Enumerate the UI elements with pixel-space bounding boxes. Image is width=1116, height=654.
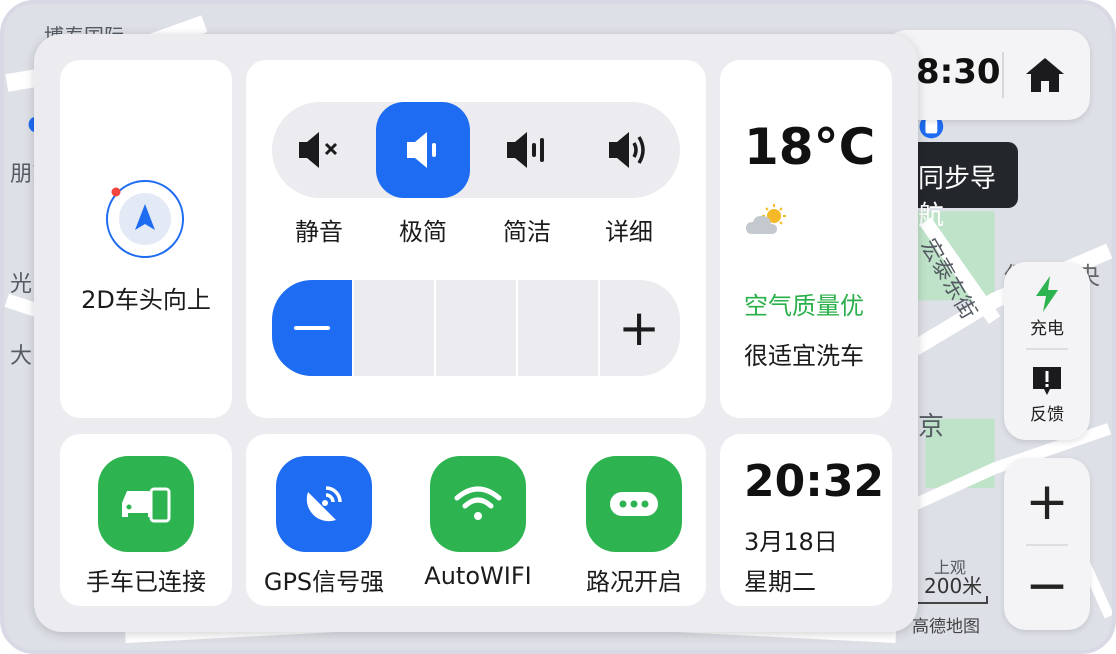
- volume-slider[interactable]: +: [272, 280, 680, 376]
- map-scale: 200米: [924, 574, 983, 598]
- clock-date: 3月18日: [744, 528, 838, 556]
- voice-mode-concise[interactable]: [480, 102, 574, 198]
- phone-car-tile[interactable]: [98, 456, 194, 552]
- map-label: 光: [10, 272, 33, 297]
- voice-mode-label: 简洁: [503, 218, 551, 246]
- charge-button[interactable]: 充电: [1004, 276, 1090, 339]
- speaker-low-icon: [407, 132, 436, 168]
- divider: [1002, 52, 1004, 98]
- clock-time: 20:32: [744, 456, 885, 507]
- zoom-in-button[interactable]: +: [1004, 462, 1090, 542]
- home-icon: [1026, 58, 1064, 92]
- clock-card: 20:32 3月18日 星期二: [720, 434, 892, 606]
- voice-mode-label: 极简: [399, 218, 447, 246]
- app-frame: 博泰国际 朋东 光 大 宏泰东街 京 上观 保利中央 8:30 同步导航 充电: [0, 0, 1116, 654]
- traffic-tile[interactable]: [586, 456, 682, 552]
- wifi-icon: [454, 486, 502, 520]
- phone-car-label: 手车已连接: [86, 568, 206, 596]
- speaker-medium-icon: [507, 132, 544, 168]
- gps-tile[interactable]: [276, 456, 372, 552]
- map-label: 京: [918, 412, 945, 442]
- gps-label: GPS信号强: [263, 568, 385, 596]
- wifi-tile[interactable]: [430, 456, 526, 552]
- voice-volume-card: 静音 极简 简洁 详细 +: [246, 60, 706, 418]
- volume-segment-divider: [598, 280, 600, 376]
- speaker-mute-icon: [299, 132, 338, 168]
- volume-segment-divider: [434, 280, 436, 376]
- satellite-dish-icon: [306, 486, 342, 522]
- voice-mode-label: 静音: [295, 218, 343, 246]
- status-time: 8:30: [916, 52, 1001, 92]
- voice-mode-detailed[interactable]: [582, 102, 676, 198]
- volume-segment-divider: [516, 280, 518, 376]
- air-quality: 空气质量优: [744, 292, 864, 320]
- temperature: 18°C: [744, 118, 876, 176]
- home-button[interactable]: [1022, 52, 1068, 98]
- status-toggles-card: GPS信号强 AutoWIFI 路况开启: [246, 434, 706, 606]
- volume-segment-divider: [352, 280, 354, 376]
- phone-car-card[interactable]: 手车已连接: [60, 434, 232, 606]
- speaker-high-icon: [609, 132, 645, 168]
- quick-settings-panel: 2D车头向上 静音 极简 简洁 详细 + 18°C 空气质量优 很适宜洗车 手车…: [34, 34, 918, 632]
- zoom-controls: + −: [1004, 458, 1090, 630]
- zoom-out-button[interactable]: −: [1004, 546, 1090, 626]
- traffic-dots-icon: [610, 492, 658, 516]
- map-label: 大: [10, 344, 33, 369]
- compass-icon: [106, 180, 184, 258]
- traffic-label: 路况开启: [586, 568, 682, 596]
- partly-cloudy-icon: [746, 204, 786, 234]
- scale-bar: [916, 596, 988, 604]
- feedback-button[interactable]: 反馈: [1004, 364, 1090, 425]
- car-phone-icon: [122, 487, 171, 523]
- map-brand: 高德地图: [912, 617, 980, 637]
- feedback-icon: [1033, 367, 1061, 395]
- voice-mode-mute[interactable]: [272, 102, 366, 198]
- volume-up-button[interactable]: +: [618, 280, 660, 376]
- side-actions: 充电 反馈: [1004, 262, 1090, 440]
- volume-down-button[interactable]: [272, 280, 352, 376]
- divider: [1026, 348, 1068, 350]
- minus-icon: [294, 326, 330, 330]
- feedback-label: 反馈: [1030, 405, 1064, 425]
- wifi-label: AutoWIFI: [424, 562, 532, 590]
- voice-mode-label: 详细: [605, 218, 653, 246]
- clock-weekday: 星期二: [744, 568, 816, 596]
- lightning-icon: [1036, 276, 1058, 312]
- weather-card[interactable]: 18°C 空气质量优 很适宜洗车: [720, 60, 892, 418]
- view-mode-card[interactable]: 2D车头向上: [60, 60, 232, 418]
- charge-label: 充电: [1030, 319, 1064, 339]
- voice-mode-minimal[interactable]: [376, 102, 470, 198]
- car-wash-index: 很适宜洗车: [744, 342, 864, 370]
- view-mode-label: 2D车头向上: [81, 286, 211, 314]
